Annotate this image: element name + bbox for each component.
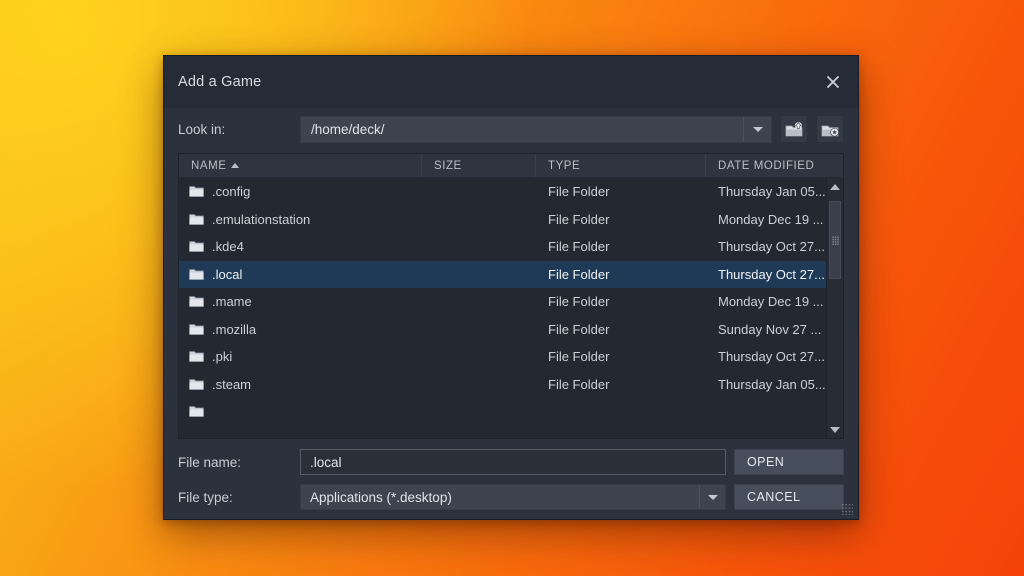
folder-icon bbox=[189, 406, 204, 417]
open-button-label: OPEN bbox=[747, 455, 785, 469]
sort-ascending-icon bbox=[231, 163, 240, 168]
dialog-title: Add a Game bbox=[178, 74, 262, 90]
table-row[interactable]: .kde4 File Folder Thursday Oct 27... bbox=[179, 233, 826, 261]
dialog-titlebar[interactable]: Add a Game bbox=[164, 56, 858, 108]
open-button[interactable]: OPEN bbox=[734, 449, 844, 475]
table-row[interactable]: .emulationstation File Folder Monday Dec 1… bbox=[179, 206, 826, 234]
file-name-cell: .config bbox=[179, 184, 422, 199]
chevron-down-icon[interactable] bbox=[699, 485, 725, 509]
scrollbar-track[interactable] bbox=[827, 195, 843, 421]
file-type-label: File type: bbox=[178, 489, 233, 505]
file-type-cell: File Folder bbox=[548, 211, 610, 227]
close-icon[interactable] bbox=[820, 69, 846, 95]
file-name-cell bbox=[179, 405, 422, 418]
table-row[interactable] bbox=[179, 398, 826, 426]
column-header-size[interactable]: SIZE bbox=[422, 154, 536, 177]
file-list-header: NAME SIZE TYPE DATE MODIFIED bbox=[179, 154, 843, 178]
add-a-game-dialog: Add a Game Look in: /home/deck/ NAME SIZ… bbox=[163, 55, 859, 520]
file-name-cell: .mozilla bbox=[179, 322, 422, 337]
file-name-cell: .pki bbox=[179, 349, 422, 364]
file-name-cell-label: .local bbox=[212, 266, 243, 282]
file-type-cell: File Folder bbox=[548, 294, 610, 310]
file-date-cell: Thursday Oct 27... bbox=[718, 266, 825, 282]
file-name-cell: .steam bbox=[179, 377, 422, 392]
dialog-form: File name: .local OPEN File type: Applic… bbox=[164, 439, 858, 519]
column-header-type[interactable]: TYPE bbox=[536, 154, 706, 177]
folder-icon bbox=[189, 186, 204, 197]
folder-icon bbox=[189, 269, 204, 280]
folder-icon bbox=[189, 241, 204, 252]
scroll-up-arrow-icon[interactable] bbox=[827, 178, 843, 195]
file-name-cell: .mame bbox=[179, 294, 422, 309]
look-in-label: Look in: bbox=[178, 121, 226, 137]
grip-dots-icon bbox=[831, 235, 839, 245]
file-name-cell: .local bbox=[179, 267, 422, 282]
file-name-row: File name: .local OPEN bbox=[178, 449, 844, 475]
file-name-input[interactable]: .local bbox=[300, 449, 726, 475]
table-row[interactable]: .steam File Folder Thursday Jan 05... bbox=[179, 371, 826, 399]
file-type-row: File type: Applications (*.desktop) CANC… bbox=[178, 484, 844, 510]
file-name-cell-label: .mozilla bbox=[212, 321, 257, 337]
folder-icon bbox=[189, 379, 204, 390]
resize-grip-icon[interactable] bbox=[841, 503, 853, 515]
file-list-body: .config File Folder Thursday Jan 05... .em… bbox=[179, 178, 843, 438]
folder-icon bbox=[189, 214, 204, 225]
cancel-button[interactable]: CANCEL bbox=[734, 484, 844, 510]
file-list: NAME SIZE TYPE DATE MODIFIED .config File… bbox=[178, 153, 844, 439]
column-header-date-label: DATE MODIFIED bbox=[718, 159, 815, 172]
path-value: /home/deck/ bbox=[311, 121, 385, 137]
file-name-cell-label: .config bbox=[212, 184, 251, 200]
table-row[interactable]: .mozilla File Folder Sunday Nov 27 ... bbox=[179, 316, 826, 344]
file-type-cell: File Folder bbox=[548, 376, 610, 392]
file-date-cell: Monday Dec 19 ... bbox=[718, 211, 824, 227]
table-row[interactable]: .mame File Folder Monday Dec 19 ... bbox=[179, 288, 826, 316]
file-name-cell-label: .steam bbox=[212, 376, 252, 392]
file-name-cell-label: .kde4 bbox=[212, 239, 244, 255]
file-date-cell: Monday Dec 19 ... bbox=[718, 294, 824, 310]
scrollbar-thumb[interactable] bbox=[829, 201, 841, 279]
column-header-date-modified[interactable]: DATE MODIFIED bbox=[706, 154, 843, 177]
cancel-button-label: CANCEL bbox=[747, 490, 801, 504]
file-type-value: Applications (*.desktop) bbox=[310, 489, 452, 505]
folder-icon bbox=[189, 351, 204, 362]
file-rows: .config File Folder Thursday Jan 05... .em… bbox=[179, 178, 826, 438]
file-name-cell-label: .emulationstation bbox=[212, 211, 311, 227]
file-date-cell: Thursday Oct 27... bbox=[718, 349, 825, 365]
folder-icon bbox=[189, 296, 204, 307]
file-type-cell: File Folder bbox=[548, 184, 610, 200]
folder-new-icon[interactable] bbox=[816, 115, 844, 143]
scroll-down-arrow-icon[interactable] bbox=[827, 421, 843, 438]
file-date-cell: Thursday Oct 27... bbox=[718, 239, 825, 255]
folder-icon bbox=[189, 324, 204, 335]
file-name-cell-label: .mame bbox=[212, 294, 252, 310]
file-date-cell: Thursday Jan 05... bbox=[718, 376, 826, 392]
file-type-cell: File Folder bbox=[548, 266, 610, 282]
table-row[interactable]: .pki File Folder Thursday Oct 27... bbox=[179, 343, 826, 371]
file-type-cell: File Folder bbox=[548, 239, 610, 255]
chevron-down-icon[interactable] bbox=[743, 116, 771, 142]
column-header-size-label: SIZE bbox=[434, 159, 462, 172]
file-name-cell: .kde4 bbox=[179, 239, 422, 254]
file-name-label: File name: bbox=[178, 454, 242, 470]
file-name-cell-label: .pki bbox=[212, 349, 233, 365]
folder-up-icon[interactable] bbox=[780, 115, 808, 143]
file-name-cell: .emulationstation bbox=[179, 212, 422, 227]
look-in-row: Look in: /home/deck/ bbox=[164, 108, 858, 150]
column-header-type-label: TYPE bbox=[548, 159, 581, 172]
file-date-cell: Sunday Nov 27 ... bbox=[718, 321, 822, 337]
file-list-scrollbar[interactable] bbox=[826, 178, 843, 438]
file-name-value: .local bbox=[310, 454, 342, 470]
column-header-name-label: NAME bbox=[191, 159, 227, 172]
file-date-cell: Thursday Jan 05... bbox=[718, 184, 826, 200]
file-type-cell: File Folder bbox=[548, 349, 610, 365]
table-row[interactable]: .local File Folder Thursday Oct 27... bbox=[179, 260, 826, 288]
table-row[interactable]: .config File Folder Thursday Jan 05... bbox=[179, 178, 826, 206]
column-header-name[interactable]: NAME bbox=[179, 154, 422, 177]
file-type-cell: File Folder bbox=[548, 321, 610, 337]
path-combobox[interactable]: /home/deck/ bbox=[300, 115, 772, 143]
file-type-combobox[interactable]: Applications (*.desktop) bbox=[300, 484, 726, 510]
